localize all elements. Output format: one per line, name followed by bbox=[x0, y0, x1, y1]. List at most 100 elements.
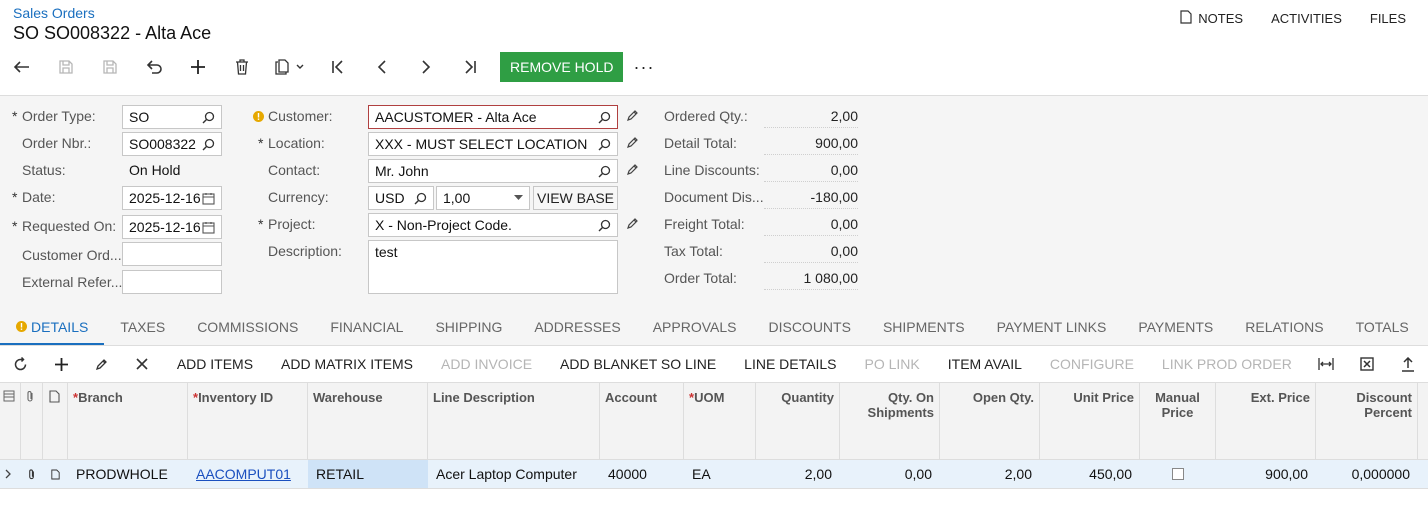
save-close-button[interactable] bbox=[44, 50, 88, 84]
delete-row-button[interactable] bbox=[122, 358, 163, 370]
account-column-header[interactable]: Account bbox=[600, 383, 684, 460]
calendar-icon[interactable] bbox=[202, 221, 215, 234]
currency-rate-select[interactable]: 1,00 bbox=[436, 186, 530, 210]
tab-shipping[interactable]: SHIPPING bbox=[419, 319, 518, 345]
open-qty-column-header[interactable]: Open Qty. bbox=[940, 383, 1040, 460]
tab-financial[interactable]: FINANCIAL bbox=[314, 319, 419, 345]
search-icon[interactable] bbox=[598, 138, 611, 151]
table-row[interactable]: PRODWHOLE AACOMPUT01 RETAIL Acer Laptop … bbox=[0, 460, 1428, 489]
search-icon[interactable] bbox=[598, 165, 611, 178]
add-items-button[interactable]: ADD ITEMS bbox=[163, 356, 267, 372]
customer-ord-field[interactable] bbox=[122, 242, 222, 266]
search-icon[interactable] bbox=[414, 192, 427, 205]
add-blanket-so-line-button[interactable]: ADD BLANKET SO LINE bbox=[546, 356, 730, 372]
tab-relations[interactable]: RELATIONS bbox=[1229, 319, 1339, 345]
customer-field[interactable]: AACUSTOMER - Alta Ace bbox=[368, 105, 618, 129]
tab-details[interactable]: DETAILS bbox=[0, 319, 105, 345]
fit-columns-button[interactable] bbox=[1306, 357, 1347, 371]
branch-column-header[interactable]: *Branch bbox=[68, 383, 188, 460]
view-base-button[interactable]: VIEW BASE bbox=[533, 186, 618, 210]
tab-shipments[interactable]: SHIPMENTS bbox=[867, 319, 981, 345]
remove-hold-button[interactable]: REMOVE HOLD bbox=[500, 52, 624, 82]
location-field[interactable]: XXX - MUST SELECT LOCATION bbox=[368, 132, 618, 156]
save-button[interactable] bbox=[88, 50, 132, 84]
refresh-button[interactable] bbox=[0, 356, 41, 372]
inventory-id-link[interactable]: AACOMPUT01 bbox=[196, 466, 291, 482]
add-invoice-button[interactable]: ADD INVOICE bbox=[427, 356, 546, 372]
line-description-cell[interactable]: Acer Laptop Computer bbox=[428, 460, 600, 488]
warehouse-cell[interactable]: RETAIL bbox=[308, 460, 428, 488]
currency-field[interactable]: USD bbox=[368, 186, 434, 210]
item-avail-button[interactable]: ITEM AVAIL bbox=[934, 356, 1036, 372]
link-prod-order-button[interactable]: LINK PROD ORDER bbox=[1148, 356, 1306, 372]
line-details-button[interactable]: LINE DETAILS bbox=[730, 356, 850, 372]
row-expand-icon[interactable] bbox=[0, 460, 21, 488]
branch-cell[interactable]: PRODWHOLE bbox=[68, 460, 188, 488]
contact-field[interactable]: Mr. John bbox=[368, 159, 618, 183]
order-type-field[interactable]: SO bbox=[122, 105, 222, 129]
inventory-id-cell[interactable]: AACOMPUT01 bbox=[188, 460, 308, 488]
line-description-column-header[interactable]: Line Description bbox=[428, 383, 600, 460]
requested-on-field[interactable]: 2025-12-16 bbox=[122, 215, 222, 239]
row-notes-icon[interactable] bbox=[43, 460, 68, 488]
edit-row-button[interactable] bbox=[81, 357, 122, 371]
add-matrix-items-button[interactable]: ADD MATRIX ITEMS bbox=[267, 356, 427, 372]
edit-contact-icon[interactable] bbox=[626, 163, 639, 179]
undo-button[interactable] bbox=[132, 50, 176, 84]
first-record-button[interactable] bbox=[316, 50, 360, 84]
date-field[interactable]: 2025-12-16 bbox=[122, 186, 222, 210]
edit-customer-icon[interactable] bbox=[626, 109, 639, 125]
files-link[interactable]: FILES bbox=[1370, 10, 1406, 27]
copy-paste-button[interactable] bbox=[264, 50, 316, 84]
last-record-button[interactable] bbox=[448, 50, 492, 84]
ext-price-cell[interactable]: 900,00 bbox=[1216, 460, 1316, 488]
export-excel-button[interactable] bbox=[1347, 357, 1388, 371]
upload-button[interactable] bbox=[1387, 356, 1428, 372]
search-icon[interactable] bbox=[598, 219, 611, 232]
activities-link[interactable]: ACTIVITIES bbox=[1271, 10, 1342, 27]
row-attachment-icon[interactable] bbox=[21, 460, 43, 488]
inventory-id-column-header[interactable]: *Inventory ID bbox=[188, 383, 308, 460]
tab-taxes[interactable]: TAXES bbox=[104, 319, 181, 345]
quantity-column-header[interactable]: Quantity bbox=[756, 383, 840, 460]
configure-button[interactable]: CONFIGURE bbox=[1036, 356, 1148, 372]
delete-button[interactable] bbox=[220, 50, 264, 84]
tab-totals[interactable]: TOTALS bbox=[1340, 319, 1425, 345]
next-record-button[interactable] bbox=[404, 50, 448, 84]
warehouse-column-header[interactable]: Warehouse bbox=[308, 383, 428, 460]
discount-percent-column-header[interactable]: Discount Percent bbox=[1316, 383, 1418, 460]
uom-column-header[interactable]: *UOM bbox=[684, 383, 756, 460]
notes-link[interactable]: NOTES bbox=[1180, 10, 1243, 27]
search-icon[interactable] bbox=[202, 111, 215, 124]
calendar-icon[interactable] bbox=[202, 192, 215, 205]
tab-payment-links[interactable]: PAYMENT LINKS bbox=[981, 319, 1123, 345]
unit-price-column-header[interactable]: Unit Price bbox=[1040, 383, 1140, 460]
discount-percent-cell[interactable]: 0,000000 bbox=[1316, 460, 1418, 488]
order-nbr-field[interactable]: SO008322 bbox=[122, 132, 222, 156]
ext-price-column-header[interactable]: Ext. Price bbox=[1216, 383, 1316, 460]
search-icon[interactable] bbox=[202, 138, 215, 151]
project-field[interactable]: X - Non-Project Code. bbox=[368, 213, 618, 237]
edit-location-icon[interactable] bbox=[626, 136, 639, 152]
add-button[interactable] bbox=[176, 50, 220, 84]
previous-record-button[interactable] bbox=[360, 50, 404, 84]
tab-commissions[interactable]: COMMISSIONS bbox=[181, 319, 314, 345]
uom-cell[interactable]: EA bbox=[684, 460, 756, 488]
add-row-button[interactable] bbox=[41, 357, 82, 372]
search-icon[interactable] bbox=[598, 111, 611, 124]
tab-addresses[interactable]: ADDRESSES bbox=[518, 319, 636, 345]
edit-project-icon[interactable] bbox=[626, 217, 639, 233]
qty-on-shipments-column-header[interactable]: Qty. On Shipments bbox=[840, 383, 940, 460]
external-ref-field[interactable] bbox=[122, 270, 222, 294]
manual-price-checkbox[interactable] bbox=[1172, 468, 1184, 480]
account-cell[interactable]: 40000 bbox=[600, 460, 684, 488]
tab-approvals[interactable]: APPROVALS bbox=[637, 319, 753, 345]
unit-price-cell[interactable]: 450,00 bbox=[1040, 460, 1140, 488]
manual-price-column-header[interactable]: Manual Price bbox=[1140, 383, 1216, 460]
more-actions-button[interactable]: ··· bbox=[633, 57, 654, 78]
back-button[interactable] bbox=[0, 50, 44, 84]
breadcrumb-sales-orders[interactable]: Sales Orders bbox=[13, 5, 95, 21]
row-settings-column[interactable] bbox=[0, 383, 21, 460]
tab-payments[interactable]: PAYMENTS bbox=[1122, 319, 1229, 345]
quantity-cell[interactable]: 2,00 bbox=[756, 460, 840, 488]
